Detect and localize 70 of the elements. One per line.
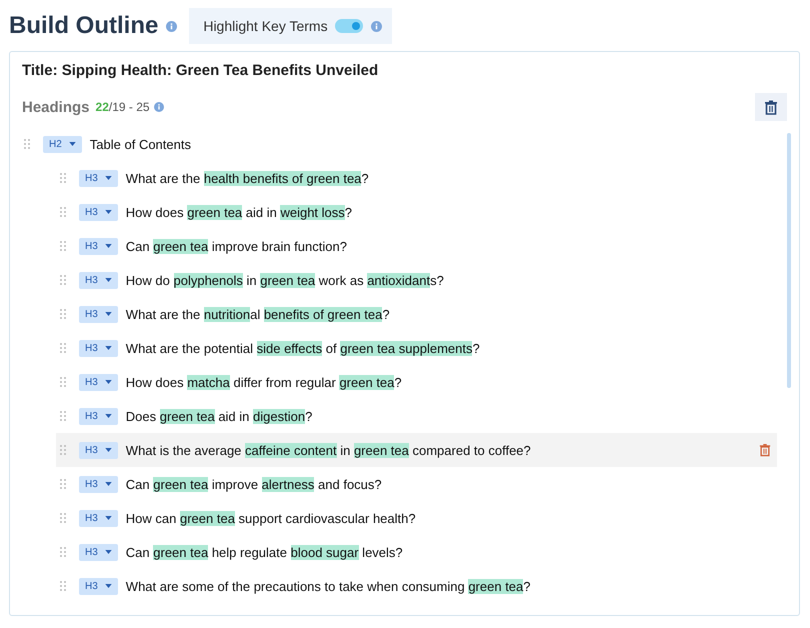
level-dropdown[interactable]: H3 <box>79 578 118 594</box>
info-icon[interactable] <box>166 20 178 32</box>
drag-handle-icon[interactable] <box>60 275 66 285</box>
article-title: Title: Sipping Health: Green Tea Benefits Unveiled <box>22 62 380 79</box>
level-dropdown[interactable]: H3 <box>79 204 118 220</box>
level-dropdown[interactable]: H3 <box>79 476 118 492</box>
heading-text: Table of Contents <box>90 136 191 152</box>
heading-text: What are some of the precautions to take when consuming green tea? <box>126 578 530 594</box>
caret-icon <box>104 414 112 418</box>
heading-text: Can green tea improve alertness and focus? <box>126 476 382 492</box>
level-dropdown[interactable]: H3 <box>79 408 118 424</box>
caret-icon <box>104 312 112 316</box>
level-dropdown[interactable]: H3 <box>79 340 118 356</box>
level-dropdown[interactable]: H3 <box>79 442 118 458</box>
heading-range: /19 - 25 <box>108 100 150 114</box>
drag-handle-icon[interactable] <box>60 581 66 591</box>
drag-handle-icon[interactable] <box>60 479 66 489</box>
drag-handle-icon[interactable] <box>60 377 66 387</box>
drag-handle-icon[interactable] <box>60 513 66 523</box>
level-dropdown[interactable]: H3 <box>79 170 118 186</box>
drag-handle-icon[interactable] <box>60 445 66 455</box>
heading-text: What are the health benefits of green tea? <box>126 170 369 186</box>
delete-all-button[interactable] <box>755 93 787 121</box>
trash-icon[interactable] <box>759 443 771 457</box>
level-dropdown[interactable]: H3 <box>79 306 118 322</box>
toggle-label: Highlight Key Terms <box>203 18 328 34</box>
heading-text: What is the average caffeine content in green tea compared to coffee? <box>126 442 531 458</box>
level-dropdown[interactable]: H3 <box>79 544 118 560</box>
caret-icon <box>104 346 112 350</box>
caret-icon <box>104 210 112 214</box>
caret-icon <box>104 482 112 486</box>
caret-icon <box>104 278 112 282</box>
level-dropdown[interactable]: H3 <box>79 510 118 526</box>
level-dropdown[interactable]: H3 <box>79 272 118 288</box>
caret-icon <box>104 516 112 520</box>
caret-icon <box>104 550 112 554</box>
caret-icon <box>104 244 112 248</box>
drag-handle-icon[interactable] <box>60 411 66 421</box>
headings-label: Headings <box>22 98 90 116</box>
drag-handle-icon[interactable] <box>60 309 66 319</box>
heading-text: How do polyphenols in green tea work as antioxidants? <box>126 272 444 288</box>
drag-handle-icon[interactable] <box>24 139 30 149</box>
caret-icon <box>68 142 76 146</box>
drag-handle-icon[interactable] <box>60 207 66 217</box>
heading-text: Can green tea improve brain function? <box>126 238 347 254</box>
info-icon[interactable] <box>154 102 164 112</box>
heading-text: How does green tea aid in weight loss? <box>126 204 352 220</box>
heading-text: What are the nutritional benefits of green tea? <box>126 306 390 322</box>
drag-handle-icon[interactable] <box>60 241 66 251</box>
caret-icon <box>104 448 112 452</box>
toggle-switch[interactable] <box>334 19 363 33</box>
heading-text: What are the potential side effects of green tea supplements? <box>126 340 480 356</box>
heading-count: 22 <box>96 100 109 114</box>
heading-text: How can green tea support cardiovascular health? <box>126 510 416 526</box>
page-title: Build Outline <box>9 12 158 40</box>
heading-text: Does green tea aid in digestion? <box>126 408 312 424</box>
drag-handle-icon[interactable] <box>60 343 66 353</box>
scrollbar[interactable] <box>787 133 791 388</box>
level-dropdown[interactable]: H2 <box>43 136 82 152</box>
info-icon[interactable] <box>370 20 382 32</box>
level-dropdown[interactable]: H3 <box>79 374 118 390</box>
level-dropdown[interactable]: H3 <box>79 238 118 254</box>
heading-text: Can green tea help regulate blood sugar levels? <box>126 544 403 560</box>
trash-icon <box>764 100 778 114</box>
drag-handle-icon[interactable] <box>60 173 66 183</box>
caret-icon <box>104 380 112 384</box>
heading-text: How does matcha differ from regular green tea? <box>126 374 402 390</box>
caret-icon <box>104 176 112 180</box>
caret-icon <box>104 584 112 588</box>
drag-handle-icon[interactable] <box>60 547 66 557</box>
